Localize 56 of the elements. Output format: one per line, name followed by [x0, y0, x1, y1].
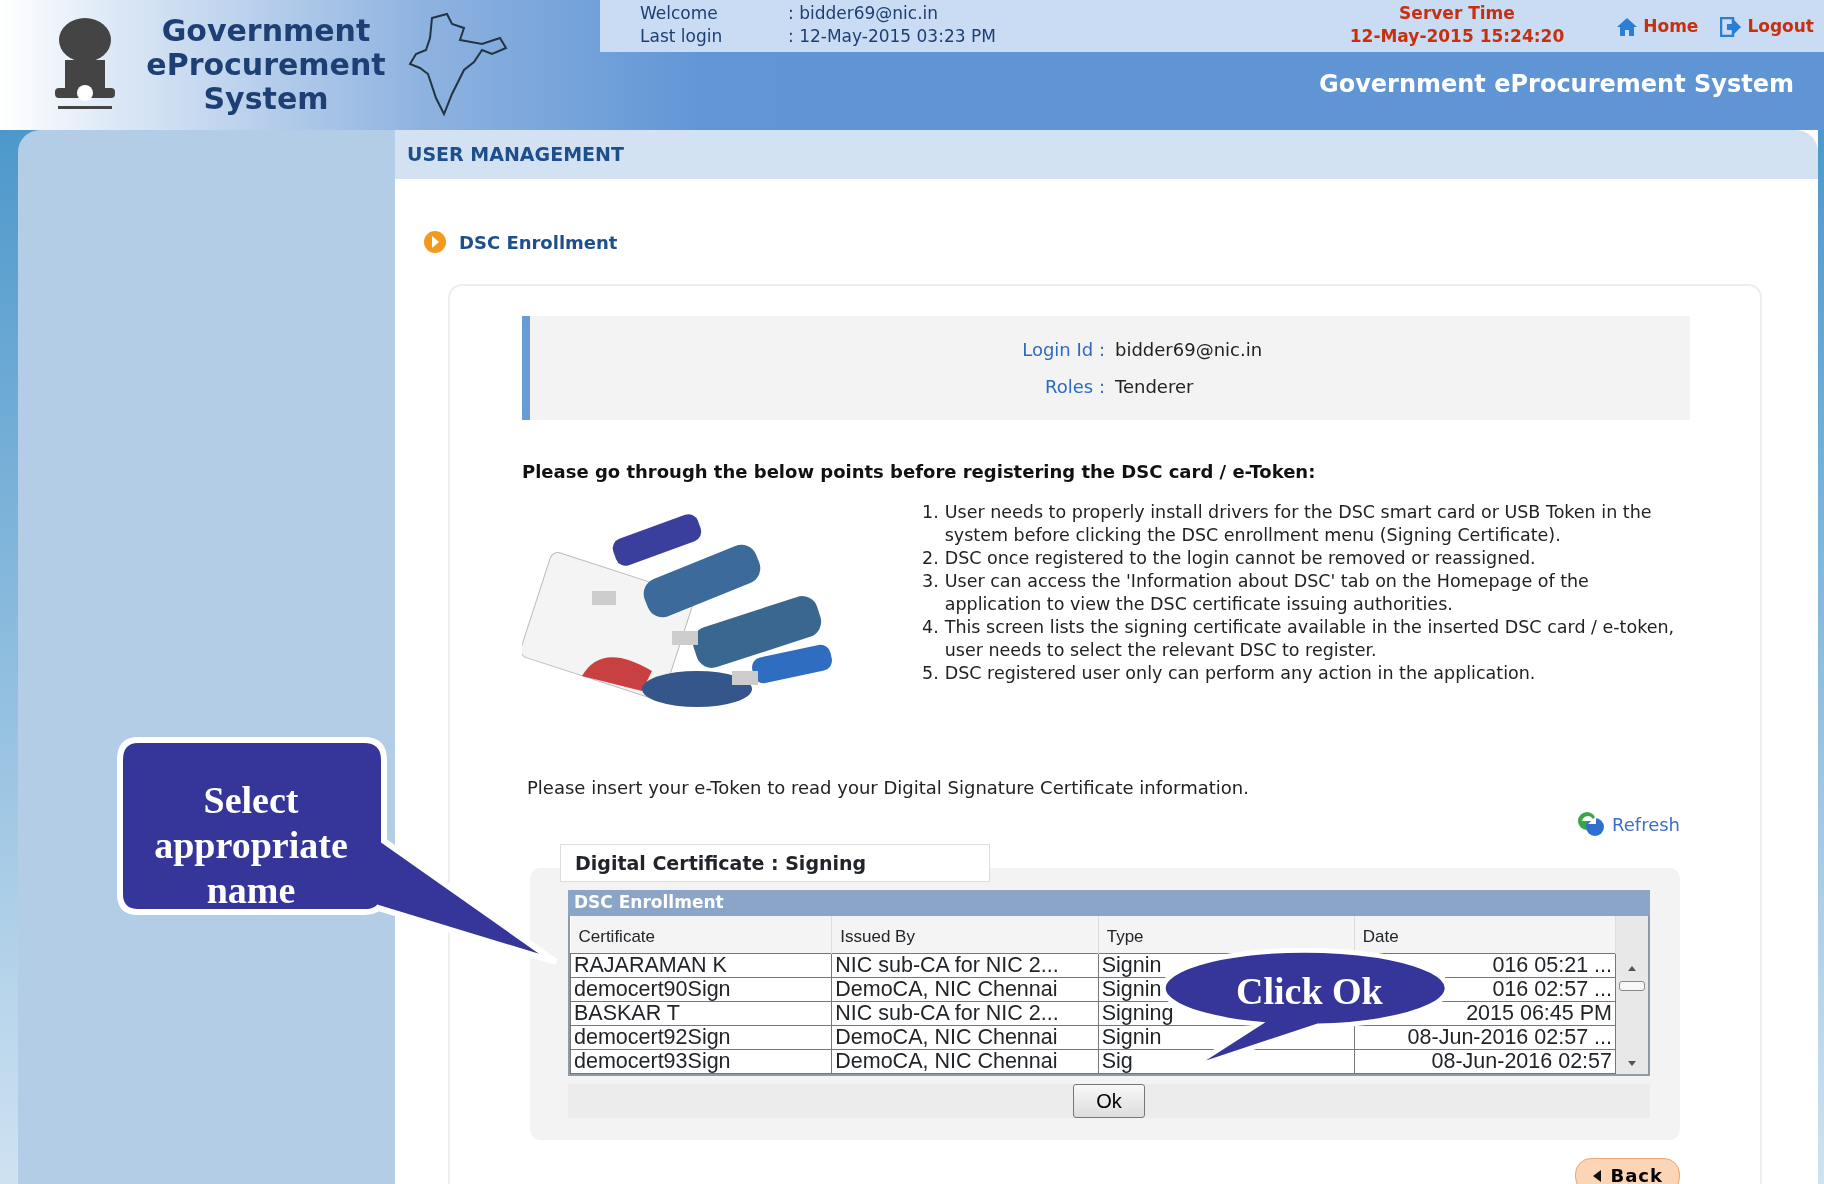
welcome-label: Welcome [640, 2, 719, 25]
arrow-circle-icon [423, 230, 447, 254]
table-cell: democert90Sign [570, 977, 832, 1002]
back-button[interactable]: Back [1575, 1158, 1680, 1184]
scrollbar[interactable] [1616, 915, 1648, 1074]
insert-token-message: Please insert your e-Token to read your Digital Signature Certificate information. [526, 775, 1250, 800]
server-time: 12-May-2015 15:24:20 [1349, 25, 1565, 48]
field-label: Login Id : [1021, 337, 1105, 362]
table-cell: BASKAR T [570, 1001, 832, 1026]
table-cell: NIC sub-CA for NIC 2... [831, 1001, 1099, 1026]
column-header: Issued By [831, 915, 1099, 954]
scroll-thumb[interactable] [1619, 980, 1645, 991]
list-number: 1. [922, 500, 939, 524]
server-time-label: Server Time [1398, 2, 1516, 25]
list-number: 2. [922, 546, 939, 570]
instruction-text: DSC once registered to the login cannot be removed or reassigned. [944, 546, 1536, 570]
table-cell: DemoCA, NIC Chennai [831, 1025, 1099, 1050]
instruction-text: DSC registered user only can perform any action in the application. [944, 661, 1536, 685]
grid-caption: DSC Enrollment [568, 890, 1650, 916]
instruction-text: User can access the 'Information about DSC' tab on the Homepage of the application to view the DSC certificate issuing authorities. [944, 569, 1590, 616]
portal-title: Government eProcurement System [145, 14, 387, 116]
column-header: Date [1354, 915, 1616, 954]
instruction-text: User needs to properly install drivers for the DSC smart card or USB Token in the system before clicking the DSC enrollment menu (Signing Certificate). [944, 500, 1653, 547]
table-cell: NIC sub-CA for NIC 2... [831, 953, 1099, 978]
column-header: Certificate [570, 915, 832, 954]
refresh-icon [1576, 811, 1606, 837]
ok-button[interactable]: Ok [1073, 1084, 1145, 1118]
list-number: 5. [922, 661, 939, 685]
welcome-user: : bidder69@nic.in [788, 2, 940, 25]
logout-link[interactable]: Logout [1720, 14, 1814, 40]
refresh-link[interactable]: Refresh [1576, 810, 1680, 838]
instructions-heading: Please go through the below points before registering the DSC card / e-Token: [522, 459, 1317, 484]
page-title: DSC Enrollment [459, 230, 618, 255]
home-link[interactable]: Home [1616, 14, 1699, 40]
home-icon [1616, 16, 1639, 37]
last-login-time: : 12-May-2015 03:23 PM [788, 25, 996, 48]
section-title: USER MANAGEMENT [395, 130, 1818, 179]
table-cell: DemoCA, NIC Chennai [831, 977, 1099, 1002]
certificate-tab[interactable]: Digital Certificate : Signing [560, 843, 990, 882]
field-value: Tenderer [1115, 374, 1195, 399]
banner-title: Government eProcurement System [1317, 69, 1795, 100]
list-number: 4. [922, 615, 939, 639]
table-cell: 08-Jun-2016 02:57 ... [1354, 1025, 1616, 1050]
table-cell: RAJARAMAN K [570, 953, 832, 978]
table-cell: 08-Jun-2016 02:57 [1354, 1049, 1616, 1074]
instruction-text: This screen lists the signing certificate available in the inserted DSC card / e-token, user needs to select the relevant DSC to register. [944, 615, 1676, 662]
field-value: bidder69@nic.in [1115, 337, 1264, 362]
table-cell: democert92Sign [570, 1025, 832, 1050]
last-login-label: Last login [640, 25, 724, 48]
field-label: Roles : [1044, 374, 1105, 399]
caret-left-icon [1592, 1168, 1603, 1183]
table-cell: DemoCA, NIC Chennai [831, 1049, 1099, 1074]
table-cell: democert93Sign [570, 1049, 832, 1074]
scroll-down-icon[interactable] [1626, 1060, 1638, 1068]
logout-icon [1720, 16, 1743, 37]
list-number: 3. [922, 569, 939, 593]
